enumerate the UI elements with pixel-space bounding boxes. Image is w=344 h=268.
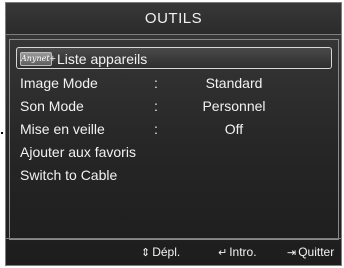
menu-item-value: Off xyxy=(224,121,244,137)
enter-icon: ↵ xyxy=(218,247,228,259)
menu-item-label: Mise en veille xyxy=(20,121,105,137)
footer-exit: ⇥ Quitter xyxy=(287,239,334,266)
exit-icon: ⇥ xyxy=(287,247,297,259)
separator: : xyxy=(154,98,158,114)
menu-title: OUTILS xyxy=(6,3,341,35)
menu-item-mise-en-veille[interactable]: Mise en veille : Off xyxy=(20,118,320,140)
menu-item-image-mode[interactable]: Image Mode : Standard xyxy=(20,72,320,94)
footer-move-label: Dépl. xyxy=(152,245,181,259)
menu-item-label: Image Mode xyxy=(20,75,98,91)
menu-item-value: Standard xyxy=(205,75,263,91)
menu-item-liste-appareils[interactable]: Anynet+Liste appareils xyxy=(16,47,332,69)
menu-item-ajouter-aux-favoris[interactable]: Ajouter aux favoris xyxy=(20,141,136,163)
menu-item-label: Liste appareils xyxy=(57,51,148,67)
menu-panel: Anynet+Liste appareils Image Mode : Stan… xyxy=(9,39,339,240)
up-down-arrows-icon: ⇕ xyxy=(141,247,151,259)
footer-enter-label: Intro. xyxy=(229,245,257,259)
menu-item-label: Switch to Cable xyxy=(20,167,118,183)
separator: : xyxy=(154,121,158,137)
footer-enter: ↵ Intro. xyxy=(218,239,257,266)
footer-exit-label: Quitter xyxy=(298,245,335,259)
menu-item-switch-to-cable[interactable]: Switch to Cable xyxy=(20,164,117,186)
menu-item-value: Personnel xyxy=(202,98,266,114)
footer-move: ⇕ Dépl. xyxy=(141,239,180,266)
footer-help: ⇕ Dépl. ↵ Intro. ⇥ Quitter xyxy=(6,238,341,265)
separator: : xyxy=(154,75,158,91)
tools-menu: OUTILS Anynet+Liste appareils Image Mode… xyxy=(5,2,342,266)
page-bullet xyxy=(1,132,3,134)
anynet-logo-icon: Anynet+ xyxy=(20,52,56,67)
menu-item-son-mode[interactable]: Son Mode : Personnel xyxy=(20,95,320,117)
menu-item-label: Ajouter aux favoris xyxy=(20,144,136,160)
menu-item-label: Son Mode xyxy=(20,98,84,114)
